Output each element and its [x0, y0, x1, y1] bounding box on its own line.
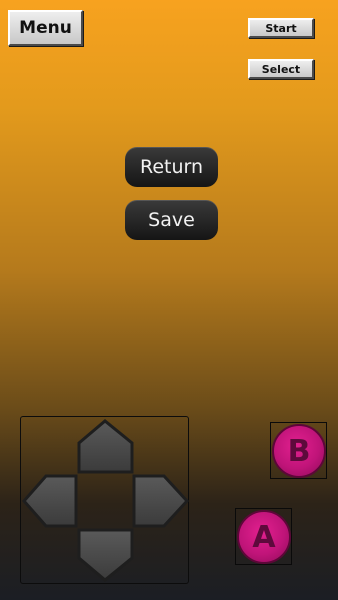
a-button-frame: A [235, 508, 292, 565]
start-button[interactable]: Start [248, 18, 314, 38]
dpad-graphic [22, 419, 190, 582]
return-button[interactable]: Return [125, 147, 218, 187]
arrow-left-icon[interactable] [22, 474, 78, 528]
select-button[interactable]: Select [248, 59, 314, 79]
dpad [20, 416, 190, 584]
menu-button[interactable]: Menu [8, 10, 83, 46]
b-button[interactable]: B [272, 424, 326, 478]
save-button[interactable]: Save [125, 200, 218, 240]
a-button[interactable]: A [237, 510, 291, 564]
arrow-down-icon[interactable] [77, 528, 134, 582]
b-button-frame: B [270, 422, 327, 479]
arrow-up-icon[interactable] [77, 419, 134, 474]
arrow-right-icon[interactable] [132, 474, 190, 528]
